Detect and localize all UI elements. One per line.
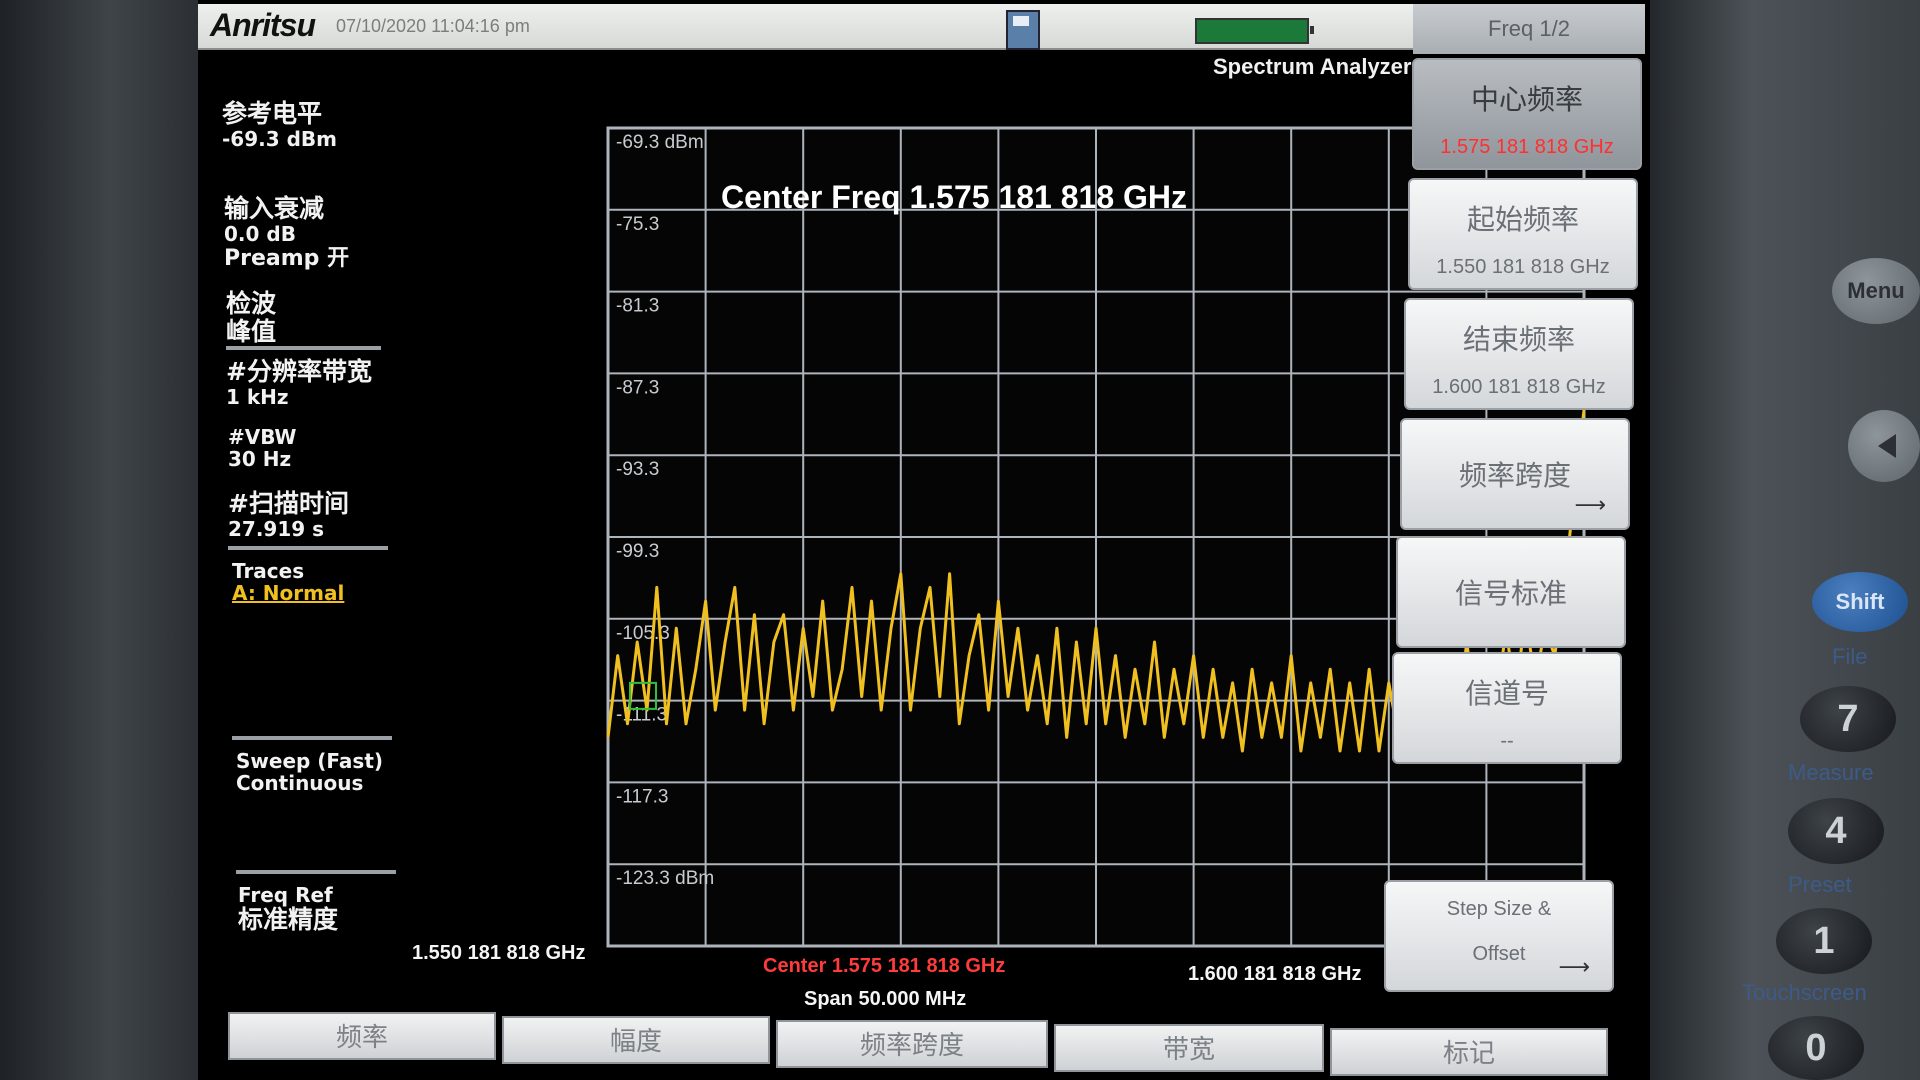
measure-label: Measure [1788, 760, 1874, 785]
softkey-label: 中心频率 [1470, 83, 1583, 116]
battery-icon [1195, 18, 1314, 44]
atten-value: 0.0 dB [224, 222, 296, 246]
instrument-screen[interactable]: Anritsu 07/10/2020 11:04:16 pm Spectrum … [198, 0, 1650, 1080]
touchscreen-label: Touchscreen [1742, 980, 1867, 1005]
softkey-start-freq[interactable]: 起始频率 1.550 181 818 GHz [1408, 178, 1638, 290]
preset-label: Preset [1788, 872, 1852, 897]
rbw-block[interactable]: #分辨率带宽 1 kHz [226, 357, 372, 409]
softkey-step-size-offset[interactable]: Step Size & Offset ⟶ [1384, 880, 1614, 992]
divider [236, 870, 396, 874]
y-tick-label: -123.3 dBm [616, 868, 714, 889]
preamp-status: Preamp 开 [224, 246, 350, 271]
menu-key[interactable]: Menu [1832, 258, 1920, 324]
start-freq-label: 1.550 181 818 GHz [412, 942, 586, 964]
key-1[interactable]: 1 [1776, 908, 1872, 974]
tab-marker[interactable]: 标记 [1330, 1028, 1608, 1076]
softkey-value: 1.600 181 818 GHz [1432, 376, 1606, 398]
y-tick-label: -117.3 [616, 786, 668, 807]
vbw-value: 30 Hz [228, 447, 292, 471]
trace-a-value[interactable]: A: Normal [232, 582, 344, 604]
softkey-stop-freq[interactable]: 结束频率 1.600 181 818 GHz [1404, 298, 1634, 410]
softkey-value: -- [1500, 730, 1514, 752]
instrument-bezel-left [0, 0, 200, 1080]
atten-label: 输入衰减 [224, 194, 325, 223]
softkey-center-freq[interactable]: 中心频率 1.575 181 818 GHz [1412, 58, 1642, 170]
tab-freq[interactable]: 频率 [228, 1012, 496, 1060]
softkey-label: 信号标准 [1454, 577, 1567, 610]
key-0[interactable]: 0 [1768, 1016, 1864, 1080]
detector-block[interactable]: 检波 峰值 [226, 290, 276, 346]
rbw-label: #分辨率带宽 [226, 357, 372, 386]
key-4[interactable]: 4 [1788, 798, 1884, 864]
softkey-value: 1.550 181 818 GHz [1436, 256, 1610, 278]
shift-key[interactable]: Shift [1812, 572, 1908, 632]
y-tick-label: -69.3 dBm [616, 132, 704, 153]
softkey-channel[interactable]: 信道号 -- [1392, 652, 1622, 764]
detector-value: 峰值 [226, 317, 277, 346]
y-tick-label: -111.3 [616, 705, 667, 726]
softkey-signal-standard[interactable]: 信号标准 [1396, 536, 1626, 648]
y-tick-label: -93.3 [616, 459, 659, 480]
sweep-time-label: #扫描时间 [228, 489, 349, 518]
mode-label: Spectrum Analyzer [1213, 54, 1412, 79]
datetime: 07/10/2020 11:04:16 pm [336, 16, 530, 36]
sweep-continuous: Continuous [236, 771, 364, 795]
sweep-time-value: 27.919 s [228, 517, 325, 541]
softkey-value: 1.575 181 818 GHz [1440, 136, 1614, 158]
back-arrow-key[interactable] [1848, 410, 1920, 482]
freq-ref-label: Freq Ref [238, 883, 333, 907]
center-freq-title: Center Freq 1.575 181 818 GHz [721, 179, 1187, 215]
submenu-arrow-icon: ⟶ [1574, 493, 1606, 518]
brand-logo: Anritsu [210, 7, 316, 43]
y-tick-label: -87.3 [616, 377, 659, 398]
y-tick-label: -81.3 [616, 296, 659, 317]
title-bar: Anritsu 07/10/2020 11:04:16 pm [198, 4, 1413, 50]
atten-block[interactable]: 输入衰减 0.0 dB Preamp 开 [224, 195, 349, 273]
softkey-label: 频率跨度 [1458, 459, 1571, 492]
sweep-block[interactable]: Sweep (Fast) Continuous [236, 750, 383, 794]
ref-level-block[interactable]: 参考电平 -69.3 dBm [222, 99, 338, 151]
rbw-value: 1 kHz [226, 385, 289, 409]
disk-icon [1006, 10, 1040, 50]
divider [232, 736, 392, 740]
ref-level-value: -69.3 dBm [222, 127, 338, 151]
file-label: File [1832, 644, 1868, 669]
submenu-arrow-icon: ⟶ [1558, 955, 1590, 980]
vbw-label: #VBW [228, 425, 297, 449]
tab-bandwidth[interactable]: 带宽 [1054, 1024, 1324, 1072]
freq-ref-block[interactable]: Freq Ref 标准精度 [238, 884, 338, 934]
divider [226, 346, 381, 350]
divider [228, 546, 388, 550]
arrow-left-icon [1878, 434, 1896, 458]
sweep-mode: Sweep (Fast) [236, 749, 384, 773]
softkey-label: 信道号 [1464, 677, 1549, 710]
stop-freq-label: 1.600 181 818 GHz [1188, 963, 1362, 985]
y-tick-label: -75.3 [616, 214, 659, 235]
traces-label: Traces [232, 559, 305, 583]
center-freq-label: Center 1.575 181 818 GHz [763, 955, 1006, 977]
softkey-label: 起始频率 [1466, 203, 1579, 236]
softkey-menu-header: Freq 1/2 [1413, 4, 1645, 54]
softkey-label: Step Size & [1446, 898, 1552, 920]
tab-amplitude[interactable]: 幅度 [502, 1016, 770, 1064]
softkey-span[interactable]: 频率跨度 ⟶ [1400, 418, 1630, 530]
sweep-time-block[interactable]: #扫描时间 27.919 s [228, 489, 349, 541]
traces-block[interactable]: Traces A: Normal [232, 560, 344, 604]
freq-ref-value: 标准精度 [238, 905, 339, 934]
key-7[interactable]: 7 [1800, 686, 1896, 752]
y-tick-label: -99.3 [616, 541, 659, 562]
detector-label: 检波 [226, 289, 277, 318]
span-label: Span 50.000 MHz [804, 988, 967, 1010]
softkey-label: 结束频率 [1462, 323, 1575, 356]
vbw-block[interactable]: #VBW 30 Hz [228, 426, 296, 470]
instrument-bezel-right [1640, 0, 1920, 1080]
ref-level-label: 参考电平 [222, 99, 323, 128]
tab-span[interactable]: 频率跨度 [776, 1020, 1048, 1068]
